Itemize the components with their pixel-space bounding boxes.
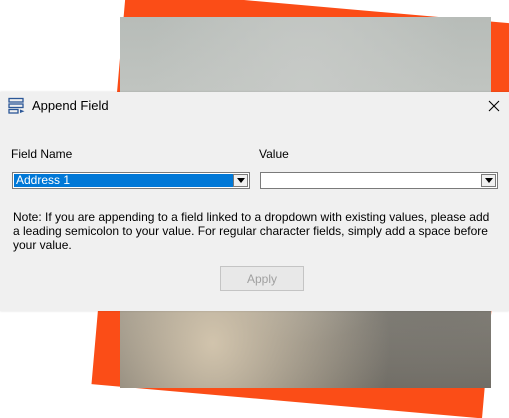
field-name-dropdown-arrow[interactable]: [233, 174, 248, 187]
value-dropdown-arrow[interactable]: [481, 174, 496, 187]
chevron-down-icon: [236, 178, 245, 183]
dialog-titlebar: Append Field: [0, 92, 509, 120]
field-name-label: Field Name: [11, 147, 73, 161]
append-field-dialog: Append Field Field Name Value Address 1 …: [0, 92, 509, 311]
value-dropdown[interactable]: [260, 172, 498, 189]
close-button[interactable]: [483, 95, 505, 117]
field-name-dropdown[interactable]: Address 1: [12, 172, 250, 189]
chevron-down-icon: [484, 178, 493, 183]
dialog-title: Append Field: [32, 98, 109, 113]
value-selected-value: [262, 174, 266, 187]
apply-button[interactable]: Apply: [220, 266, 304, 291]
field-name-selected-value: Address 1: [14, 174, 235, 187]
close-icon: [488, 100, 500, 112]
value-label: Value: [259, 147, 289, 161]
field-list-icon: [8, 97, 26, 115]
append-note-text: Note: If you are appending to a field li…: [13, 210, 490, 252]
